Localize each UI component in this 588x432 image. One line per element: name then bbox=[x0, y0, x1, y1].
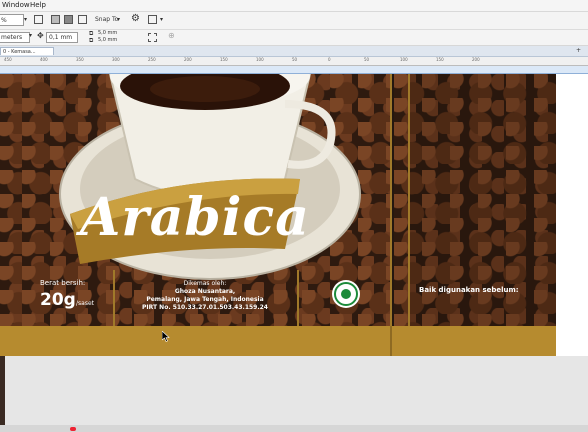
producer-info: Dikemas oleh: Ghoza Nusantara, Pemalang,… bbox=[115, 280, 295, 312]
chevron-down-icon[interactable]: ▾ bbox=[24, 16, 27, 23]
show-grid-icon[interactable] bbox=[51, 15, 60, 24]
menu-item-window[interactable]: Window bbox=[2, 1, 30, 9]
net-weight-value: 20g bbox=[40, 290, 76, 310]
nudge-icon: ✥ bbox=[37, 31, 44, 40]
duplicate-distance-y-input[interactable]: 5,0 mm bbox=[96, 37, 130, 43]
packaging-artwork[interactable]: Arabica Berat bersih: 20g /saset Dikemas… bbox=[0, 74, 556, 356]
ruler-tick: 300 bbox=[112, 57, 120, 62]
gold-strip bbox=[0, 326, 556, 356]
chevron-down-icon[interactable]: ▾ bbox=[160, 16, 163, 23]
ruler-tick: 100 bbox=[256, 57, 264, 62]
full-screen-icon[interactable] bbox=[34, 15, 43, 24]
coffee-beans-image-left bbox=[0, 74, 22, 326]
ruler-tick: 100 bbox=[400, 57, 408, 62]
best-before-label: Baik digunakan sebelum: bbox=[419, 286, 519, 294]
halal-logo-icon bbox=[332, 280, 360, 308]
duplicate-distance-x-value: 5,0 mm bbox=[98, 30, 118, 36]
ruler-tick: 450 bbox=[4, 57, 12, 62]
ruler-tick: 50 bbox=[364, 57, 370, 62]
ruler-tick: 150 bbox=[436, 57, 444, 62]
menu-bar: Window Help bbox=[0, 0, 588, 12]
duplicate-y-icon: ⧉ bbox=[89, 37, 94, 44]
brand-name: Arabica bbox=[80, 187, 310, 248]
ruler-tick: 50 bbox=[292, 57, 298, 62]
zoom-level-select[interactable]: % bbox=[0, 14, 24, 26]
guidelines-icon[interactable] bbox=[78, 15, 87, 24]
app-launcher-icon[interactable] bbox=[148, 15, 157, 24]
document-tab-label: 0 - Kemasa... bbox=[3, 49, 36, 55]
document-tab[interactable]: 0 - Kemasa... bbox=[0, 47, 54, 55]
net-weight-label: Berat bersih: bbox=[40, 279, 86, 287]
desktop-area bbox=[0, 356, 588, 432]
units-select[interactable]: meters bbox=[0, 32, 30, 43]
chevron-down-icon[interactable]: ▾ bbox=[29, 32, 32, 39]
menu-item-help[interactable]: Help bbox=[30, 1, 46, 9]
net-weight-unit: /saset bbox=[76, 300, 94, 307]
ruler-tick: 200 bbox=[472, 57, 480, 62]
panel-divider bbox=[390, 74, 392, 356]
producer-line: Dikemas oleh: bbox=[183, 280, 227, 287]
mouse-cursor-icon bbox=[162, 331, 170, 342]
duplicate-distance-x-input[interactable]: 5,0 mm bbox=[96, 30, 130, 36]
horizontal-scrollbar[interactable] bbox=[0, 425, 588, 432]
property-bar: meters ▾ ✥ 0,1 mm ⧉ 5,0 mm ⧉ 5,0 mm ⊕ bbox=[0, 30, 588, 46]
add-tab-icon[interactable]: + bbox=[576, 47, 581, 54]
selection-guide-strip bbox=[0, 66, 588, 74]
treat-as-filled-icon[interactable] bbox=[148, 33, 157, 42]
ruler-tick: 0 bbox=[328, 57, 331, 62]
chevron-down-icon[interactable]: ▾ bbox=[117, 16, 120, 23]
nudge-distance-input[interactable]: 0,1 mm bbox=[46, 32, 78, 43]
document-tab-bar: 0 - Kemasa... + bbox=[0, 46, 588, 57]
nudge-distance-value: 0,1 mm bbox=[49, 34, 73, 41]
gear-icon[interactable]: ⚙ bbox=[131, 13, 140, 24]
ruler-tick: 200 bbox=[184, 57, 192, 62]
producer-line: Ghoza Nusantara, bbox=[174, 288, 236, 295]
snap-to-dropdown[interactable]: Snap To bbox=[95, 16, 118, 23]
producer-line: Pemalang, Jawa Tengah, Indonesia bbox=[146, 296, 264, 303]
zoom-level-value: % bbox=[1, 17, 7, 24]
ruler-tick: 350 bbox=[76, 57, 84, 62]
duplicate-distance-y-value: 5,0 mm bbox=[98, 37, 118, 43]
ruler-tick: 400 bbox=[40, 57, 48, 62]
horizontal-ruler[interactable]: 450 400 350 300 250 200 150 100 50 0 50 … bbox=[0, 57, 588, 66]
panel-divider bbox=[408, 74, 410, 326]
producer-line: PIRT No. 510.33.27.01.503.43.159.24 bbox=[142, 304, 268, 311]
left-edge-artwork bbox=[0, 356, 5, 432]
record-indicator-icon bbox=[70, 427, 76, 431]
panel-divider bbox=[390, 326, 392, 356]
units-value: meters bbox=[1, 34, 23, 41]
panel-divider bbox=[297, 270, 299, 326]
ruler-tick: 150 bbox=[220, 57, 228, 62]
add-icon[interactable]: ⊕ bbox=[168, 31, 175, 40]
standard-toolbar: % ▾ Snap To ▾ ⚙ ▾ bbox=[0, 12, 588, 30]
ruler-tick: 250 bbox=[148, 57, 156, 62]
show-rulers-icon[interactable] bbox=[64, 15, 73, 24]
